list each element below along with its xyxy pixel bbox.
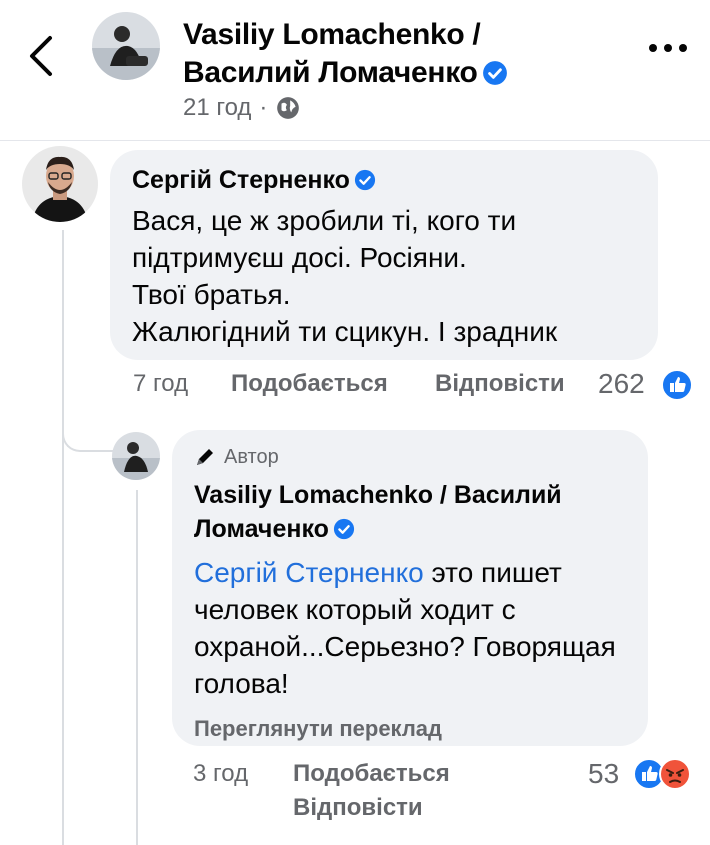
comment-author[interactable]: Сергій Стерненко <box>132 164 636 196</box>
reply-bubble[interactable]: Автор Vasiliy Lomachenko / Василий Ломач… <box>172 430 648 746</box>
more-options-button[interactable] <box>646 38 690 58</box>
reply-author-avatar[interactable] <box>112 432 160 480</box>
like-button[interactable]: Подобається <box>293 760 450 788</box>
comment-text: Вася, це ж зробили ті, кого ти підтримує… <box>132 205 558 347</box>
commenter-avatar[interactable] <box>22 146 98 222</box>
reply-author[interactable]: Vasiliy Lomachenko / Василий Ломаченко <box>194 478 626 546</box>
author-badge-label: Автор <box>224 445 279 468</box>
see-translation-link[interactable]: Переглянути переклад <box>194 716 626 742</box>
globe-icon <box>277 97 300 119</box>
page-title: Vasiliy Lomachenko / Василий Ломаченко <box>183 16 583 92</box>
more-dots-icon <box>649 44 687 52</box>
like-button[interactable]: Подобається <box>231 370 388 398</box>
chevron-left-icon <box>30 36 52 76</box>
header-divider <box>0 140 710 141</box>
reply-thread-line <box>136 490 138 845</box>
comment-actions: 7 год Подобається Відповісти 262 <box>133 368 693 404</box>
reaction-count[interactable]: 262 <box>598 368 645 400</box>
reply-connector <box>62 400 118 452</box>
author-avatar[interactable] <box>92 12 160 80</box>
back-button[interactable] <box>22 30 62 82</box>
reply-text: Сергій Стерненко это пишет человек котор… <box>194 554 626 702</box>
comment-time[interactable]: 7 год <box>133 370 188 398</box>
reaction-count[interactable]: 53 <box>588 758 619 790</box>
verified-icon <box>354 169 376 191</box>
post-meta: 21 год · <box>183 94 301 122</box>
reply-time[interactable]: 3 год <box>193 760 248 788</box>
verified-icon <box>333 518 354 540</box>
mention-link[interactable]: Сергій Стерненко <box>194 557 424 588</box>
angry-icon[interactable] <box>659 758 691 790</box>
reply-button[interactable]: Відповісти <box>435 370 565 398</box>
post-header: Vasiliy Lomachenko / Василий Ломаченко 2… <box>0 0 710 140</box>
meta-separator: · <box>259 94 268 121</box>
author-badge: Автор <box>194 442 626 472</box>
pencil-icon <box>197 449 213 465</box>
post-time: 21 год <box>183 94 252 121</box>
reply-author-name[interactable]: Vasiliy Lomachenko / Василий Ломаченко <box>194 481 562 543</box>
verified-icon <box>482 61 507 85</box>
comment-author-name[interactable]: Сергій Стерненко <box>132 166 350 194</box>
reply-actions: 3 год Подобається Відповісти 53 <box>193 758 710 838</box>
like-icon[interactable] <box>661 369 693 401</box>
page-title-text: Vasiliy Lomachenko / Василий Ломаченко <box>183 18 481 89</box>
thread-line <box>62 230 64 845</box>
reply-button[interactable]: Відповісти <box>293 794 423 822</box>
comment-bubble[interactable]: Сергій Стерненко Вася, це ж зробили ті, … <box>110 150 658 360</box>
